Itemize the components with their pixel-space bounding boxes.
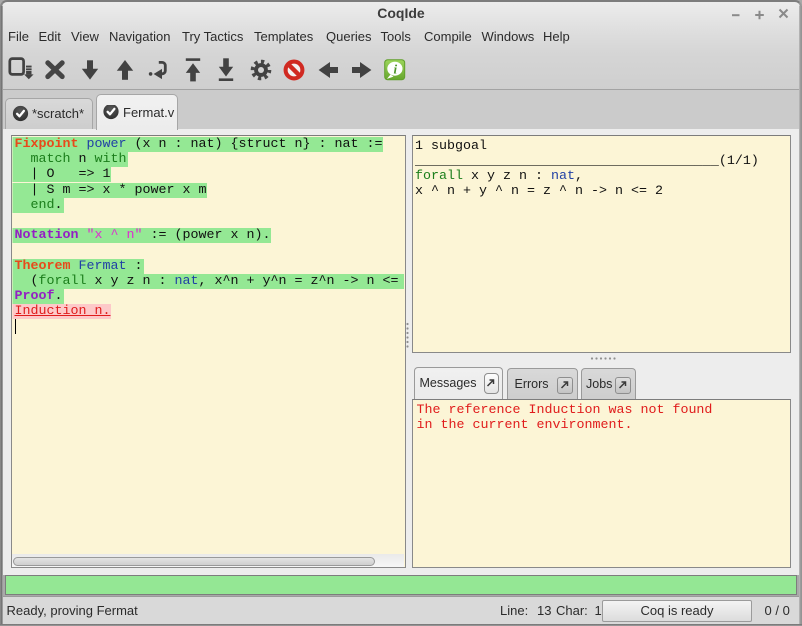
svg-text:i: i xyxy=(393,62,397,77)
